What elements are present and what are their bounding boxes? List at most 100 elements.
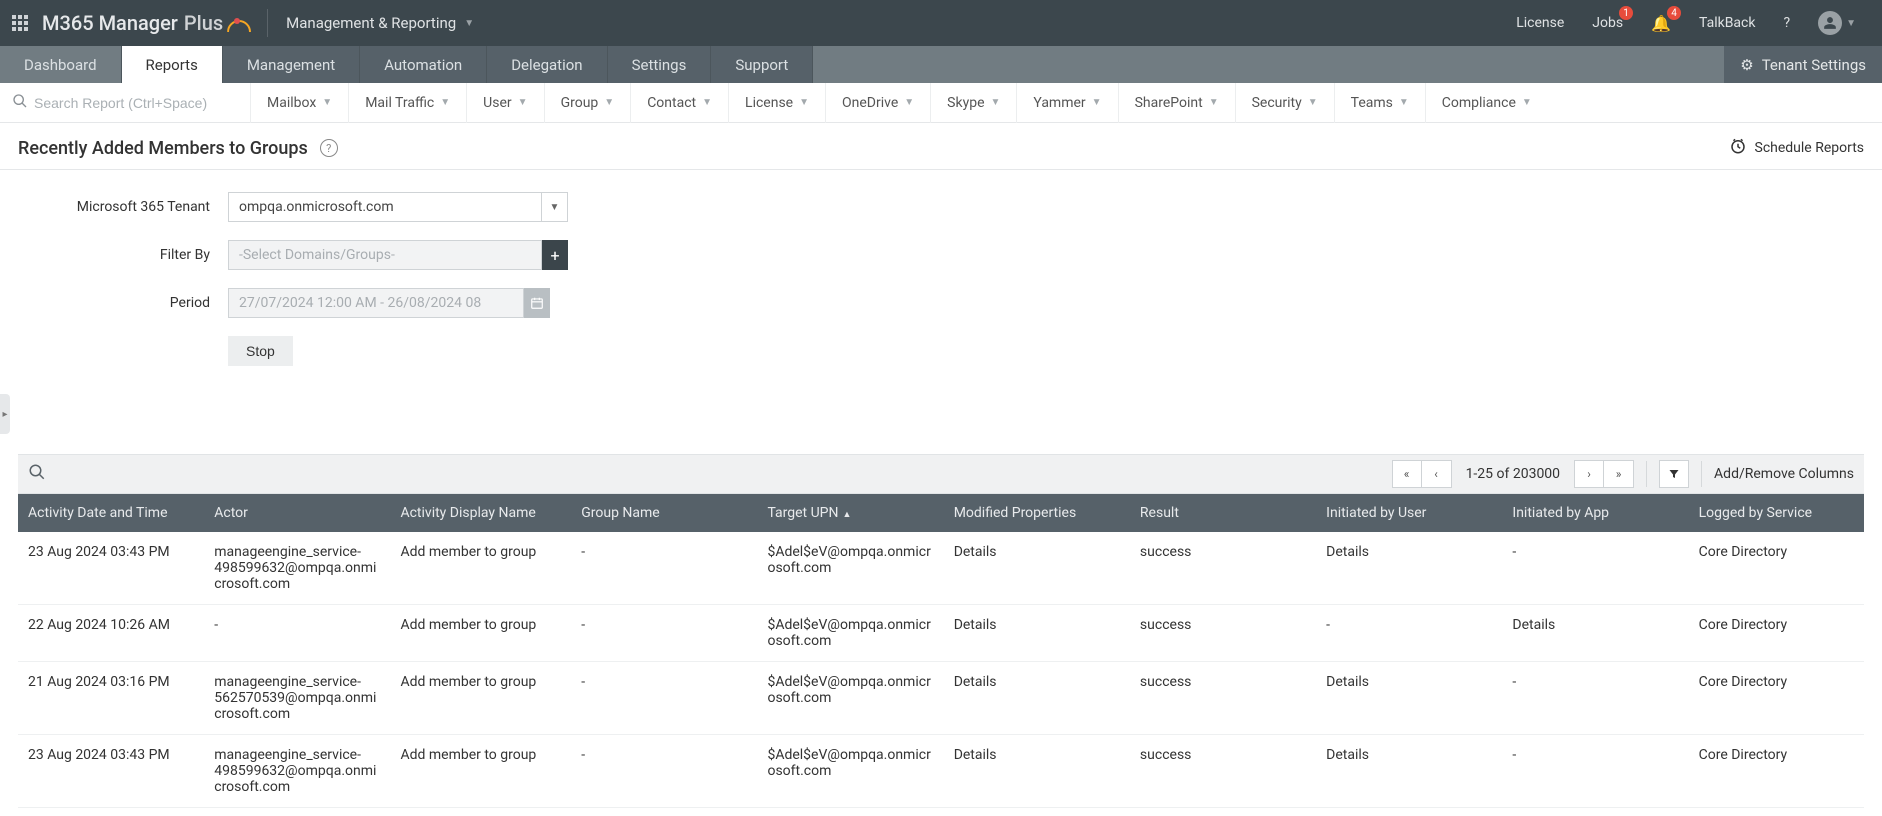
cat-teams[interactable]: Teams▼ [1334,83,1425,123]
brand-name: M365 Manager [42,11,178,35]
cell-initiated-by-user[interactable]: Details [1316,662,1502,735]
tab-reports[interactable]: Reports [122,46,223,83]
col-activity-date[interactable]: Activity Date and Time [18,494,204,532]
gear-icon: ⚙ [1740,56,1753,74]
chevron-down-icon: ▼ [464,18,474,29]
tenant-select-caret[interactable]: ▼ [542,192,568,222]
cat-user[interactable]: User▼ [466,83,543,123]
cell-result: success [1130,662,1316,735]
col-activity-display-name[interactable]: Activity Display Name [390,494,571,532]
cat-group[interactable]: Group▼ [544,83,631,123]
search-wrap [12,93,242,113]
table-toolbar: « ‹ 1-25 of 203000 › » Add/Remove Column… [18,454,1864,494]
cat-label: Skype [947,95,984,111]
cell-actor: manageengine_service-562570539@ompqa.onm… [204,662,390,735]
pager-prev[interactable]: ‹ [1422,460,1452,488]
cell-modified-properties[interactable]: Details [944,662,1130,735]
cat-security[interactable]: Security▼ [1235,83,1334,123]
cell-activity-date: 23 Aug 2024 03:43 PM [18,532,204,605]
divider [267,9,268,37]
tab-dashboard[interactable]: Dashboard [0,46,122,83]
chevron-down-icon: ▼ [322,97,332,108]
alerts-button[interactable]: 🔔 4 [1637,0,1685,46]
search-input[interactable] [34,95,234,111]
col-actor[interactable]: Actor [204,494,390,532]
apps-grid-icon[interactable] [12,15,28,31]
cell-group-name: - [571,662,757,735]
col-initiated-by-app[interactable]: Initiated by App [1502,494,1688,532]
cell-initiated-by-app: - [1502,532,1688,605]
help-button[interactable]: ? [1769,0,1804,46]
main-tabs: Dashboard Reports Management Automation … [0,46,1882,83]
brand-suffix: Plus [184,11,223,35]
cat-label: License [745,95,793,111]
tab-delegation[interactable]: Delegation [487,46,607,83]
cat-onedrive[interactable]: OneDrive▼ [825,83,930,123]
col-logged-by-service[interactable]: Logged by Service [1689,494,1864,532]
period-input[interactable]: 27/07/2024 12:00 AM - 26/08/2024 08 [228,288,524,318]
add-filter-button[interactable]: + [542,240,568,270]
schedule-reports-button[interactable]: Schedule Reports [1729,137,1864,159]
col-result[interactable]: Result [1130,494,1316,532]
cell-group-name: - [571,532,757,605]
brand-swoosh-icon [227,12,249,34]
table-row: 23 Aug 2024 03:43 PMmanageengine_service… [18,735,1864,808]
add-remove-columns-button[interactable]: Add/Remove Columns [1714,466,1854,482]
help-icon[interactable]: ? [320,139,338,157]
cat-skype[interactable]: Skype ▼ [930,83,1016,123]
pager-first[interactable]: « [1392,460,1422,488]
cat-contact[interactable]: Contact▼ [630,83,728,123]
user-menu[interactable]: ▼ [1804,0,1870,46]
tab-management[interactable]: Management [223,46,360,83]
cell-initiated-by-user[interactable]: Details [1316,735,1502,808]
cat-license[interactable]: License▼ [728,83,825,123]
chevron-down-icon: ▼ [1846,18,1856,29]
col-group-name[interactable]: Group Name [571,494,757,532]
talkback-link[interactable]: TalkBack [1685,0,1769,46]
clock-icon [1729,137,1747,159]
expand-sidebar-handle[interactable]: ▸ [0,394,10,434]
top-bar: M365 Manager Plus Management & Reporting… [0,0,1882,46]
cat-label: Mail Traffic [365,95,434,111]
table-search-button[interactable] [28,463,46,485]
tenant-settings-button[interactable]: ⚙ Tenant Settings [1724,46,1882,83]
chevron-down-icon: ▼ [440,97,450,108]
cell-initiated-by-user[interactable]: Details [1316,532,1502,605]
cell-modified-properties[interactable]: Details [944,532,1130,605]
cell-modified-properties[interactable]: Details [944,735,1130,808]
license-link[interactable]: License [1502,0,1578,46]
chevron-down-icon: ▼ [991,97,1001,108]
table-row: 21 Aug 2024 03:16 PMmanageengine_service… [18,662,1864,735]
cell-actor: - [204,605,390,662]
filter-button[interactable] [1659,460,1689,488]
cat-sharepoint[interactable]: SharePoint▼ [1118,83,1235,123]
jobs-link[interactable]: Jobs 1 [1578,0,1637,46]
stop-button[interactable]: Stop [228,336,293,366]
module-dropdown[interactable]: Management & Reporting ▼ [286,14,474,32]
tenant-row: Microsoft 365 Tenant ompqa.onmicrosoft.c… [18,192,1864,222]
pager-last[interactable]: » [1604,460,1634,488]
calendar-button[interactable] [524,288,550,318]
tab-automation[interactable]: Automation [360,46,487,83]
col-target-upn[interactable]: Target UPN▲ [757,494,943,532]
filterby-select[interactable]: -Select Domains/Groups- [228,240,542,270]
cat-compliance[interactable]: Compliance▼ [1425,83,1548,123]
cat-yammer[interactable]: Yammer▼ [1016,83,1117,123]
divider [1701,461,1702,487]
cat-label: Group [561,95,599,111]
cat-mailbox[interactable]: Mailbox▼ [250,83,348,123]
cell-modified-properties[interactable]: Details [944,605,1130,662]
col-initiated-by-user[interactable]: Initiated by User [1316,494,1502,532]
cat-mail-traffic[interactable]: Mail Traffic ▼ [348,83,466,123]
alerts-badge: 4 [1667,6,1681,20]
cell-target-upn: $Adel$eV@ompqa.onmicrosoft.com [757,662,943,735]
col-modified-properties[interactable]: Modified Properties [944,494,1130,532]
pager-next[interactable]: › [1574,460,1604,488]
tab-settings[interactable]: Settings [608,46,712,83]
tab-support[interactable]: Support [711,46,813,83]
cell-initiated-by-app[interactable]: Details [1502,605,1688,662]
cat-label: Compliance [1442,95,1516,111]
tenant-select[interactable]: ompqa.onmicrosoft.com [228,192,542,222]
cell-activity-date: 22 Aug 2024 10:26 AM [18,605,204,662]
table-row: 22 Aug 2024 10:26 AM-Add member to group… [18,605,1864,662]
